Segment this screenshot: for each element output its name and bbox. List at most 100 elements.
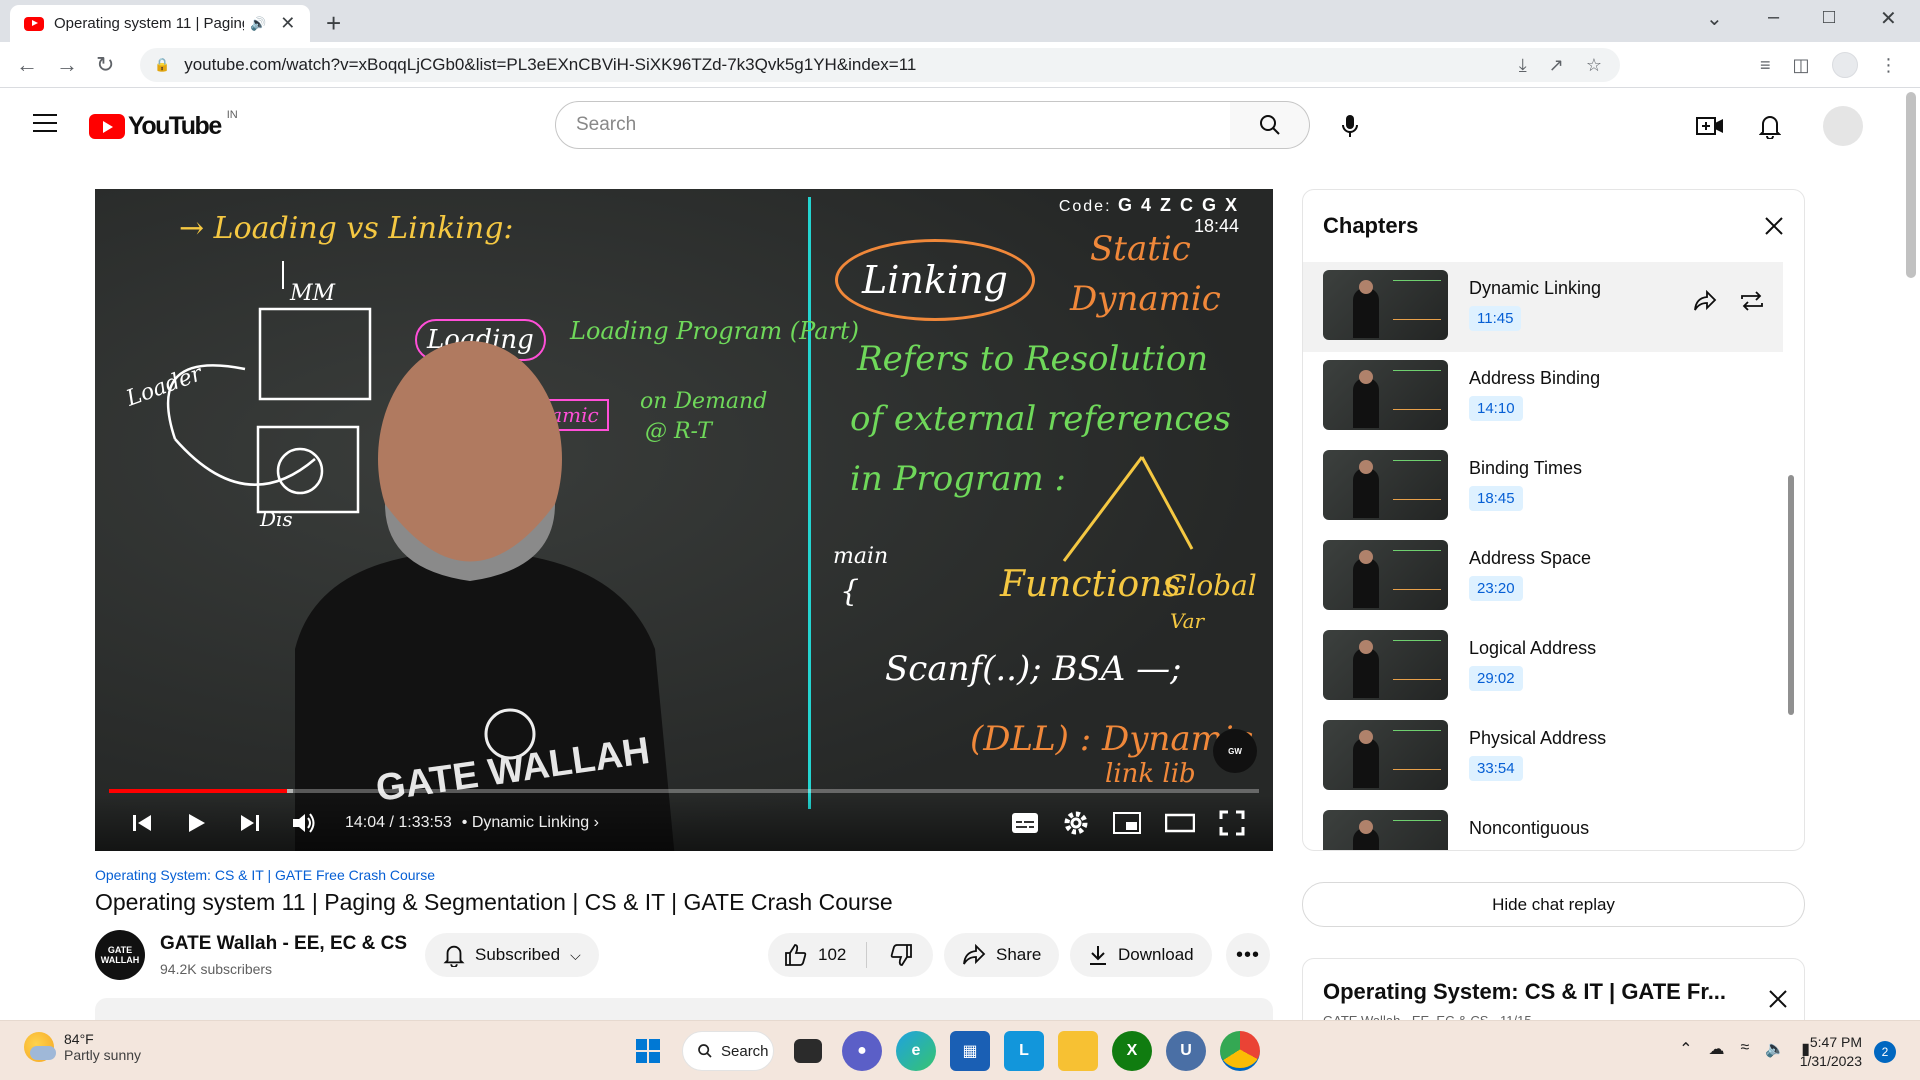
close-chapters-button[interactable] <box>1760 212 1788 240</box>
windows-start-icon[interactable] <box>628 1031 668 1071</box>
search-input[interactable]: Search <box>555 101 1231 149</box>
file-explorer-icon[interactable] <box>1058 1031 1098 1071</box>
wifi-icon[interactable]: ≈ <box>1740 1039 1749 1059</box>
more-actions-button[interactable]: ••• <box>1226 933 1270 977</box>
chapter-item[interactable]: Physical Address 33:54 <box>1303 712 1783 802</box>
settings-button[interactable] <box>1063 810 1089 841</box>
like-button[interactable]: 102 <box>784 943 846 967</box>
channel-watermark-logo[interactable]: GW <box>1213 729 1257 773</box>
chapter-item[interactable]: Logical Address 29:02 <box>1303 622 1783 712</box>
share-page-icon[interactable]: ↗ <box>1549 55 1564 76</box>
playlist-panel-title[interactable]: Operating System: CS & IT | GATE Fr... <box>1323 979 1726 1005</box>
tab-close-icon[interactable]: ✕ <box>280 13 295 34</box>
theater-button[interactable] <box>1164 813 1196 838</box>
chapter-time[interactable]: 18:45 <box>1469 486 1523 511</box>
chapter-time[interactable]: 11:45 <box>1469 306 1522 331</box>
install-icon[interactable]: ⤓ <box>1519 55 1527 76</box>
chapter-item[interactable]: Binding Times 18:45 <box>1303 442 1783 532</box>
next-button[interactable] <box>233 806 267 840</box>
chapter-item[interactable]: Address Space 23:20 <box>1303 532 1783 622</box>
chapter-item[interactable]: Dynamic Linking 11:45 <box>1303 262 1783 352</box>
subtitles-button[interactable] <box>1011 812 1039 839</box>
chat-icon[interactable]: ● <box>842 1031 882 1071</box>
back-button[interactable]: ← <box>16 52 38 78</box>
chapter-time[interactable]: 23:20 <box>1469 576 1523 601</box>
address-bar[interactable]: 🔒 youtube.com/watch?v=xBoqqLjCGb0&list=P… <box>140 48 1620 82</box>
play-button[interactable] <box>179 806 213 840</box>
chapter-thumbnail <box>1323 630 1448 700</box>
fullscreen-button[interactable] <box>1219 810 1245 841</box>
chapter-time[interactable]: 14:10 <box>1469 396 1523 421</box>
board-refers-3: in Program : <box>850 459 1066 499</box>
previous-button[interactable] <box>125 806 159 840</box>
lock-icon[interactable]: 🔒 <box>154 57 170 73</box>
taskbar-apps: Search ● e ▦ L X U <box>628 1031 1260 1071</box>
channel-avatar[interactable]: GATE WALLAH <box>95 930 145 980</box>
new-tab-button[interactable]: + <box>326 8 341 39</box>
speaker-icon[interactable]: 🔈 <box>1765 1039 1785 1059</box>
reading-list-icon[interactable]: ≡ <box>1760 55 1771 76</box>
hide-chat-replay-button[interactable]: Hide chat replay <box>1302 882 1805 927</box>
system-clock[interactable]: 5:47 PM 1/31/2023 <box>1800 1033 1862 1071</box>
url-text: youtube.com/watch?v=xBoqqLjCGb0&list=PL3… <box>184 55 917 74</box>
subscribed-button[interactable]: Subscribed ⌵ <box>425 933 599 977</box>
notification-badge[interactable]: 2 <box>1874 1041 1896 1063</box>
chapter-thumbnail <box>1323 720 1448 790</box>
browser-menu-icon[interactable]: ⋮ <box>1880 55 1898 76</box>
voice-search-button[interactable] <box>1330 106 1370 146</box>
channel-name[interactable]: GATE Wallah - EE, EC & CS <box>160 933 407 955</box>
notifications-button[interactable] <box>1754 110 1786 142</box>
progress-bar[interactable] <box>109 789 1259 793</box>
repeat-icon[interactable] <box>1739 290 1765 312</box>
chapters-scrollbar[interactable] <box>1788 475 1794 715</box>
download-button[interactable]: Download <box>1070 933 1212 977</box>
search-button[interactable] <box>1230 101 1310 149</box>
menu-icon[interactable] <box>33 114 57 132</box>
board-refers-2: of external references <box>850 399 1232 439</box>
weather-condition: Partly sunny <box>64 1047 142 1063</box>
chrome-icon[interactable] <box>1220 1031 1260 1071</box>
chevron-up-icon[interactable]: ⌃ <box>1679 1039 1692 1059</box>
close-window-button[interactable]: ✕ <box>1880 6 1897 31</box>
maximize-button[interactable]: □ <box>1823 6 1835 29</box>
chapter-time[interactable]: 29:02 <box>1469 666 1523 691</box>
profile-avatar[interactable] <box>1831 52 1858 78</box>
playlist-link[interactable]: Operating System: CS & IT | GATE Free Cr… <box>95 867 435 883</box>
weather-widget[interactable]: 84°F Partly sunny <box>24 1031 141 1063</box>
tab-search-chevron-icon[interactable]: ⌄ <box>1706 6 1723 31</box>
task-view-icon[interactable] <box>794 1039 822 1063</box>
taskbar-search[interactable]: Search <box>682 1031 774 1071</box>
xbox-icon[interactable]: X <box>1112 1031 1152 1071</box>
share-arrow-icon[interactable] <box>1693 290 1717 312</box>
create-button[interactable] <box>1694 110 1726 142</box>
bookmark-star-icon[interactable]: ☆ <box>1586 55 1602 76</box>
close-icon <box>1769 990 1787 1008</box>
account-avatar[interactable] <box>1823 106 1863 146</box>
close-playlist-button[interactable] <box>1768 989 1788 1014</box>
like-divider <box>866 942 868 968</box>
side-panel-icon[interactable]: ◫ <box>1793 55 1810 76</box>
launcher-l-icon[interactable]: L <box>1004 1031 1044 1071</box>
youtube-logo[interactable]: YouTube IN <box>89 109 238 141</box>
video-player[interactable]: → Loading vs Linking: MM Loader Dis Load… <box>95 189 1273 851</box>
browser-tab[interactable]: Operating system 11 | Paging & Segmentat… <box>10 5 310 42</box>
chapter-item[interactable]: Noncontiguous <box>1303 802 1783 850</box>
dislike-button[interactable] <box>889 943 913 967</box>
microsoft-store-icon[interactable]: ▦ <box>950 1031 990 1071</box>
share-button[interactable]: Share <box>944 933 1060 977</box>
chapter-item[interactable]: Address Binding 14:10 <box>1303 352 1783 442</box>
onedrive-cloud-icon[interactable]: ☁ <box>1708 1039 1724 1059</box>
minimize-button[interactable]: – <box>1768 6 1779 29</box>
page-scrollbar[interactable] <box>1906 92 1916 278</box>
miniplayer-button[interactable] <box>1113 812 1141 839</box>
tab-audio-icon[interactable]: 🔊 <box>250 16 266 32</box>
chapter-time[interactable]: 33:54 <box>1469 756 1523 781</box>
volume-button[interactable] <box>287 806 321 840</box>
forward-button[interactable]: → <box>56 52 78 78</box>
edge-browser-icon[interactable]: e <box>896 1031 936 1071</box>
board-var: Var <box>1170 609 1205 633</box>
reload-button[interactable]: ↻ <box>96 52 114 78</box>
chapter-title: Address Space <box>1469 548 1592 568</box>
sync-app-icon[interactable]: U <box>1166 1031 1206 1071</box>
chapter-chip[interactable]: • Dynamic Linking › <box>462 814 599 832</box>
